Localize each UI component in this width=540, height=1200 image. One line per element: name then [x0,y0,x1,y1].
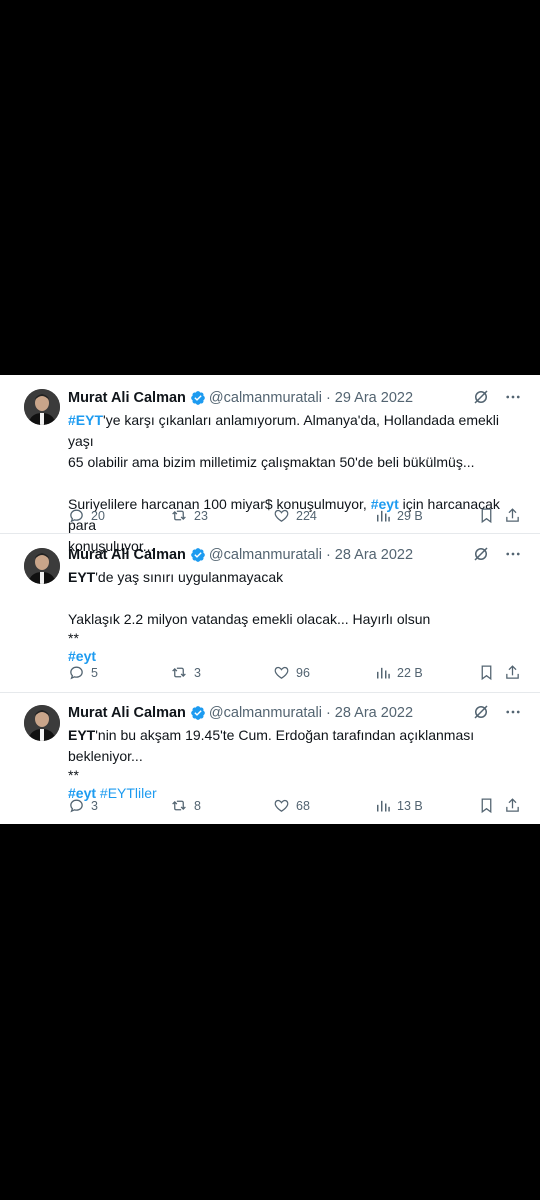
tweet-text-line: 'ye karşı çıkanları anlamıyorum. Almanya… [68,412,499,449]
tweet-text-line: ** [68,767,79,783]
reply-button[interactable]: 3 [68,797,98,814]
reply-count: 3 [91,798,98,813]
bookmark-button[interactable] [478,797,501,814]
like-count: 96 [296,665,310,680]
bookmark-icon [481,798,492,814]
grok-icon[interactable] [472,703,490,726]
retweet-button[interactable]: 8 [170,797,201,814]
share-icon [506,798,519,812]
avatar[interactable] [24,705,60,741]
tweet-actions: 20 23 224 29 B [68,507,528,527]
views-count: 29 B [397,508,423,523]
retweet-icon [172,510,186,521]
author-handle[interactable]: @calmanmuratali [209,547,322,563]
verified-badge-icon [190,390,206,406]
views-icon [377,667,390,679]
views-button[interactable]: 13 B [375,797,423,814]
author-name[interactable]: Murat Ali Calman [68,705,186,721]
like-icon [274,509,289,522]
tweet-text-line: 65 olabilir ama bizim milletimiz çalışma… [68,454,475,470]
tweet-actions: 5 3 96 22 B [68,664,528,684]
reply-count: 20 [91,508,105,523]
reply-icon [70,799,83,813]
tweet-date[interactable]: · 28 Ara 2022 [326,547,413,563]
share-icon [506,508,519,522]
tweet-list: Murat Ali Calman @calmanmuratali · 29 Ar… [0,375,540,824]
more-icon[interactable] [504,545,522,568]
author-handle[interactable]: @calmanmuratali [209,705,322,721]
tweet-text: EYT'nin bu akşam 19.45'te Cum. Erdoğan t… [68,725,528,804]
bookmark-button[interactable] [478,664,501,681]
bold-keyword: EYT [68,569,96,585]
tweet-top-actions [472,388,522,411]
like-count: 224 [296,508,317,523]
tweet-text-line: ** [68,630,79,646]
retweet-count: 23 [194,508,208,523]
like-icon [274,666,289,679]
retweet-count: 8 [194,798,201,813]
tweet-text-line: 'nin bu akşam 19.45'te Cum. Erdoğan tara… [95,727,475,743]
author-handle[interactable]: @calmanmuratali [209,390,322,406]
tweet-text-line: Yaklaşık 2.2 milyon vatandaş emekli olac… [68,611,431,627]
tweet-header: Murat Ali Calman @calmanmuratali · 28 Ar… [68,703,413,723]
views-icon [377,800,390,812]
tweet-header: Murat Ali Calman @calmanmuratali · 29 Ar… [68,388,413,408]
bookmark-button[interactable] [478,507,501,524]
reply-button[interactable]: 20 [68,507,105,524]
tweet[interactable]: Murat Ali Calman @calmanmuratali · 28 Ar… [0,534,540,691]
verified-badge-icon [190,705,206,721]
author-name[interactable]: Murat Ali Calman [68,390,186,406]
views-count: 13 B [397,798,423,813]
views-icon [377,510,390,522]
reply-icon [70,666,83,680]
more-icon[interactable] [504,388,522,411]
share-button[interactable] [504,507,527,524]
like-button[interactable]: 224 [273,507,317,524]
verified-badge-icon [190,547,206,563]
retweet-icon [172,800,186,811]
grok-icon[interactable] [472,545,490,568]
share-icon [506,665,519,679]
bold-keyword: EYT [68,727,96,743]
tweet-text-line: bekleniyor... [68,748,143,764]
share-button[interactable] [504,797,527,814]
retweet-button[interactable]: 3 [170,664,201,681]
views-count: 22 B [397,665,423,680]
retweet-icon [172,667,186,678]
bookmark-icon [481,508,492,524]
tweet[interactable]: Murat Ali Calman @calmanmuratali · 29 Ar… [0,375,540,554]
more-icon[interactable] [504,703,522,726]
reply-icon [70,509,83,523]
tweet-top-actions [472,703,522,726]
avatar[interactable] [24,548,60,584]
share-button[interactable] [504,664,527,681]
hashtag-link[interactable]: #EYT [68,412,103,428]
tweet-header: Murat Ali Calman @calmanmuratali · 28 Ar… [68,545,413,565]
tweet-top-actions [472,545,522,568]
like-count: 68 [296,798,310,813]
tweet-text-line: 'de yaş sınırı uygulanmayacak [95,569,284,585]
author-name[interactable]: Murat Ali Calman [68,547,186,563]
retweet-button[interactable]: 23 [170,507,208,524]
retweet-count: 3 [194,665,201,680]
tweet-date[interactable]: · 29 Ara 2022 [326,390,413,406]
views-button[interactable]: 29 B [375,507,423,524]
tweet-date[interactable]: · 28 Ara 2022 [326,705,413,721]
grok-icon[interactable] [472,388,490,411]
hashtag-link[interactable]: #eyt [68,648,96,664]
tweet-text: EYT'de yaş sınırı uygulanmayacak Yaklaşı… [68,567,528,667]
avatar[interactable] [24,389,60,425]
tweet-actions: 3 8 68 13 B [68,797,528,817]
reply-button[interactable]: 5 [68,664,98,681]
reply-count: 5 [91,665,98,680]
bookmark-icon [481,665,492,681]
views-button[interactable]: 22 B [375,664,423,681]
like-icon [274,799,289,812]
tweet[interactable]: Murat Ali Calman @calmanmuratali · 28 Ar… [0,693,540,824]
like-button[interactable]: 96 [273,664,310,681]
like-button[interactable]: 68 [273,797,310,814]
